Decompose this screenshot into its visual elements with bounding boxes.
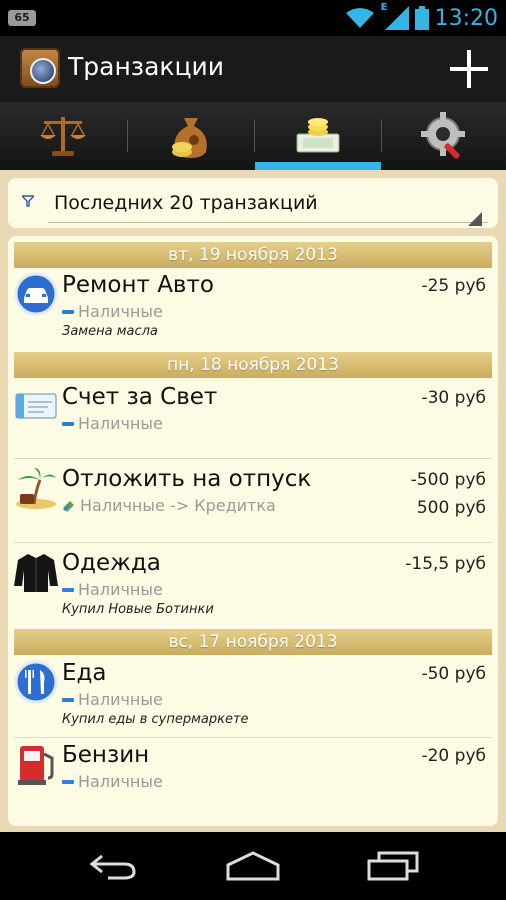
account-marker-icon <box>62 779 74 784</box>
action-bar: Транзакции <box>0 36 506 102</box>
coins-icon <box>296 118 340 153</box>
bill-icon <box>15 393 57 419</box>
network-type-label: E <box>380 2 388 13</box>
transaction-account: Наличные <box>62 414 163 433</box>
account-marker-icon <box>62 421 74 426</box>
account-marker-icon <box>62 587 74 592</box>
signal-icon: E <box>381 2 409 30</box>
transaction-title: Ремонт Авто <box>62 272 214 298</box>
clock: 13:20 <box>434 5 498 31</box>
date-header: вт, 19 ноября 2013 <box>14 242 492 268</box>
jacket-icon <box>14 554 58 592</box>
transaction-row[interactable]: Одежда -15,5 руб Наличные Купил Новые Бо… <box>14 550 492 626</box>
tab-money[interactable] <box>128 102 254 170</box>
car-icon <box>14 272 58 316</box>
transaction-list: вт, 19 ноября 2013 Ремонт Авто -25 руб Н… <box>8 236 498 826</box>
row-divider <box>14 542 492 543</box>
transaction-row[interactable]: Ремонт Авто -25 руб Наличные Замена масл… <box>14 272 492 348</box>
status-icons: E 13:20 <box>345 2 498 32</box>
back-icon <box>89 854 136 880</box>
filter-underline <box>48 222 488 223</box>
notification-badge: 65 <box>8 10 36 26</box>
home-button[interactable] <box>218 846 288 886</box>
transaction-amount: -15,5 руб <box>405 554 486 574</box>
filter-icon <box>22 195 34 207</box>
transaction-amount-secondary: 500 руб <box>416 498 486 518</box>
recents-button[interactable] <box>358 846 428 886</box>
date-header: пн, 18 ноября 2013 <box>14 352 492 378</box>
transaction-amount: -25 руб <box>421 276 486 296</box>
battery-icon <box>414 6 429 30</box>
fork-knife-icon <box>14 660 58 704</box>
transaction-note: Замена масла <box>62 324 158 339</box>
navigation-bar <box>0 832 506 900</box>
account-label: Наличные <box>78 414 163 433</box>
content-area: Последних 20 транзакций вт, 19 ноября 20… <box>0 170 506 832</box>
row-divider <box>14 737 492 738</box>
money-bag-icon <box>172 118 207 158</box>
transaction-title: Бензин <box>62 742 150 768</box>
add-transaction-button[interactable] <box>444 44 494 94</box>
transaction-note: Купил Новые Ботинки <box>62 602 214 617</box>
transaction-amount: -50 руб <box>421 664 486 684</box>
tab-bar <box>0 102 506 170</box>
row-divider <box>14 458 492 459</box>
account-label: Наличные <box>78 580 163 599</box>
transaction-amount: -30 руб <box>421 388 486 408</box>
transaction-row[interactable]: Бензин -20 руб Наличные <box>14 742 492 818</box>
page-title: Транзакции <box>68 52 225 81</box>
transaction-note: Купил еды в супермаркете <box>62 712 249 727</box>
transaction-account: Наличные <box>62 580 163 599</box>
transaction-row[interactable]: Счет за Свет -30 руб Наличные <box>14 384 492 454</box>
date-header: вс, 17 ноября 2013 <box>14 629 492 655</box>
transaction-title: Отложить на отпуск <box>62 466 312 492</box>
transaction-account: Наличные <box>62 302 163 321</box>
status-bar: 65 E 13:20 <box>0 0 506 36</box>
tab-balance[interactable] <box>0 102 126 170</box>
transaction-title: Еда <box>62 660 107 686</box>
home-icon <box>226 851 280 881</box>
account-marker-icon <box>62 309 74 314</box>
back-button[interactable] <box>78 846 148 886</box>
transaction-account: Наличные <box>62 690 163 709</box>
transaction-amount: -20 руб <box>421 746 486 766</box>
transaction-amount: -500 руб <box>410 470 486 490</box>
wifi-icon <box>345 8 374 28</box>
palm-island-icon <box>16 468 56 509</box>
plus-icon <box>450 50 488 88</box>
transaction-account: Наличные <box>62 772 163 791</box>
gear-icon <box>421 112 465 159</box>
recents-icon <box>367 851 419 881</box>
transaction-title: Счет за Свет <box>62 384 218 410</box>
filter-dropdown[interactable]: Последних 20 транзакций <box>8 178 498 228</box>
account-label: Наличные -> Кредитка <box>80 496 276 515</box>
tab-selected-indicator <box>255 162 381 170</box>
transaction-row[interactable]: Еда -50 руб Наличные Купил еды в суперма… <box>14 660 492 736</box>
dropdown-arrow-icon <box>468 212 482 226</box>
scales-icon <box>40 117 86 156</box>
account-marker-icon <box>62 697 74 702</box>
transfer-icon <box>63 500 74 512</box>
gas-pump-icon <box>18 746 54 785</box>
account-label: Наличные <box>78 302 163 321</box>
transaction-row[interactable]: Отложить на отпуск -500 руб 500 руб Нали… <box>14 466 492 542</box>
tab-transactions[interactable] <box>255 102 381 170</box>
filter-label: Последних 20 транзакций <box>54 192 318 214</box>
tab-settings[interactable] <box>382 102 506 170</box>
transaction-title: Одежда <box>62 550 161 576</box>
transaction-account: Наличные -> Кредитка <box>62 496 276 515</box>
account-label: Наличные <box>78 772 163 791</box>
account-label: Наличные <box>78 690 163 709</box>
app-logo-icon[interactable] <box>20 48 60 88</box>
